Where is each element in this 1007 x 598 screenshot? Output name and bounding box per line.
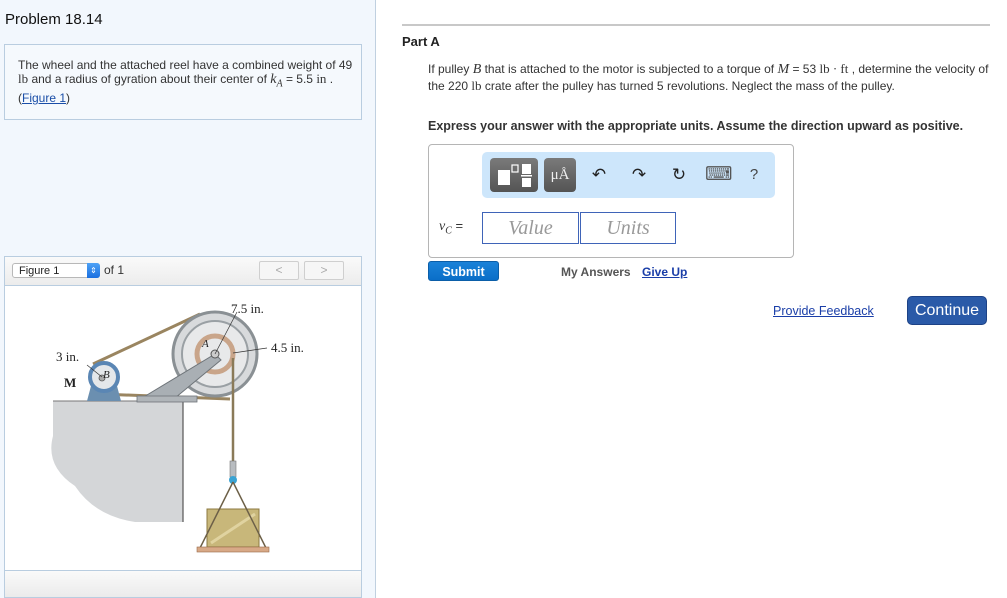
problem-title: Problem 18.14	[5, 11, 103, 28]
q-text: If pulley	[428, 62, 473, 76]
pallet	[196, 546, 270, 553]
answer-instructions: Express your answer with the appropriate…	[428, 119, 964, 133]
unit-lb: lb	[18, 71, 29, 86]
support-base	[136, 395, 198, 403]
units-input[interactable]: Units	[580, 212, 676, 244]
give-up-link[interactable]: Give Up	[642, 265, 687, 279]
figure-toolbar: Figure 1 ⇕ of 1 < >	[5, 257, 361, 286]
ground-block	[51, 401, 183, 522]
figure-panel: Figure 1 ⇕ of 1 < > 7.5 in. 4.5 in. 3 in…	[4, 256, 362, 598]
wheel-center-label: A	[202, 338, 209, 350]
continue-button[interactable]: Continue	[907, 296, 987, 325]
answer-variable-label: vC =	[439, 218, 463, 237]
templates-button[interactable]	[490, 158, 538, 192]
problem-description: The wheel and the attached reel have a c…	[18, 58, 358, 105]
units-button[interactable]: μÅ	[544, 158, 576, 192]
var-sub: C	[445, 225, 452, 237]
q-text: that is attached to the motor is subject…	[481, 62, 778, 76]
dim-outer-radius: 7.5 in.	[231, 301, 264, 316]
q-text: crate after the pulley has turned 5 revo…	[481, 79, 895, 93]
next-figure-button[interactable]: >	[304, 261, 344, 280]
my-answers-label[interactable]: My Answers	[561, 265, 631, 279]
reset-icon[interactable]: ↻	[669, 164, 689, 186]
keyboard-icon[interactable]: ⌨	[705, 164, 732, 186]
figure-link[interactable]: Figure 1	[22, 91, 66, 105]
help-icon[interactable]: ?	[744, 164, 764, 186]
submit-button[interactable]: Submit	[428, 261, 499, 281]
figure-count: of 1	[104, 263, 125, 277]
problem-sidebar: Problem 18.14 The wheel and the attached…	[0, 0, 376, 598]
answer-box: μÅ ↶ ↷ ↻ ⌨ ? vC = Value Units	[428, 144, 794, 258]
figure-select[interactable]: Figure 1 ⇕	[12, 263, 100, 278]
motor-label: M	[64, 375, 77, 390]
unit-lb-ft: lb · ft	[819, 61, 849, 76]
desc-text: = 5.5	[282, 72, 317, 86]
desc-text: The wheel and the attached reel have a c…	[18, 58, 353, 72]
undo-icon[interactable]: ↶	[589, 164, 609, 186]
dim-reel-radius: 4.5 in.	[271, 340, 304, 355]
desc-text: )	[66, 91, 71, 106]
var-b: B	[472, 62, 482, 77]
rope-clamp	[229, 460, 237, 478]
var-m: M	[777, 62, 790, 77]
provide-feedback-link[interactable]: Provide Feedback	[773, 304, 874, 318]
templates-icon	[498, 164, 532, 187]
redo-icon[interactable]: ↷	[629, 164, 649, 186]
dim-pulley-radius: 3 in.	[56, 349, 80, 364]
unit-in: in	[316, 71, 327, 86]
pulley-label: B	[103, 369, 110, 381]
part-title: Part A	[402, 34, 440, 49]
question-text: If pulley B that is attached to the moto…	[428, 61, 993, 94]
figure-diagram	[51, 310, 270, 553]
section-divider	[402, 24, 990, 26]
figure-footer	[4, 570, 362, 598]
problem-description-box: The wheel and the attached reel have a c…	[4, 44, 362, 120]
equals-sign: =	[451, 218, 464, 233]
q-text: = 53	[789, 62, 820, 76]
select-arrows-icon: ⇕	[87, 263, 100, 278]
prev-figure-button[interactable]: <	[259, 261, 299, 280]
math-toolbar: μÅ ↶ ↷ ↻ ⌨ ?	[482, 152, 775, 198]
value-input[interactable]: Value	[482, 212, 579, 244]
desc-text: and a radius of gyration about their cen…	[28, 72, 271, 86]
unit-lb: lb	[471, 78, 482, 93]
figure-select-value: Figure 1	[19, 265, 60, 277]
